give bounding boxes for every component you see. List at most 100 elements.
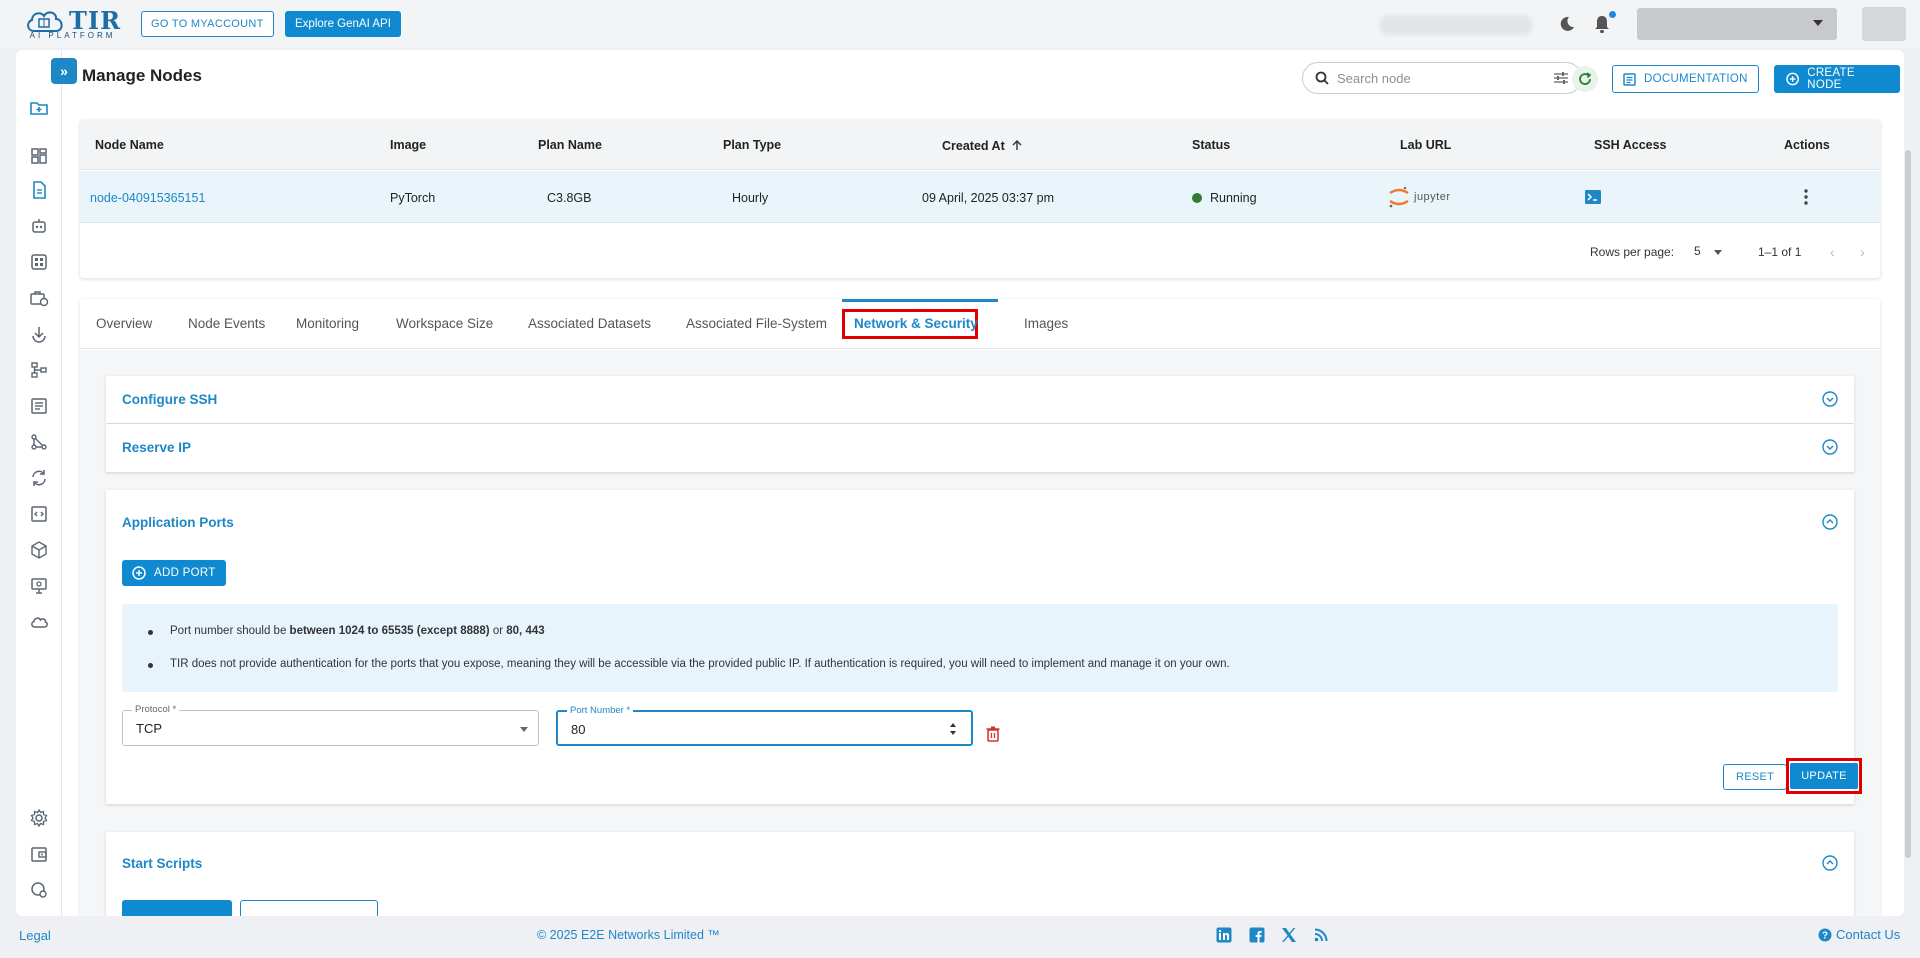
column-header: Actions [1784, 138, 1830, 152]
share-nodes-icon[interactable] [29, 432, 49, 452]
chevron-down-icon [1714, 250, 1722, 255]
add-script-button[interactable] [122, 900, 232, 916]
port-number-field[interactable]: Port Number * 80 [556, 705, 973, 746]
page-scrollbar[interactable] [1905, 150, 1911, 858]
application-ports-section: Application Ports ADD PORT Port number s… [106, 490, 1862, 804]
column-header: Image [390, 138, 427, 152]
dashboard-icon[interactable] [29, 146, 49, 166]
tir-logo[interactable]: TIR AI PLATFORM [24, 6, 121, 40]
status-text: Running [1210, 191, 1257, 205]
more-vert-icon[interactable] [1804, 188, 1808, 206]
sync-icon[interactable] [29, 468, 49, 488]
nodes-table: Node Name Image Plan Name Plan Type Crea… [80, 120, 1880, 278]
footer: Legal © 2025 E2E Networks Limited ™ ? Co… [0, 918, 1920, 958]
protocol-value: TCP [136, 721, 162, 736]
tab-network-security[interactable]: Network & Security [854, 316, 978, 331]
number-stepper-icon[interactable] [949, 721, 957, 737]
documentation-button[interactable]: DOCUMENTATION [1612, 65, 1759, 93]
detail-tabs: Overview Node Events Monitoring Workspac… [80, 299, 1880, 349]
created-at-sort-header[interactable]: Created At [942, 138, 1023, 153]
cube-icon[interactable] [29, 540, 49, 560]
info-text: Port number should be [170, 625, 290, 637]
monitor-user-icon[interactable] [29, 576, 49, 596]
folder-add-icon[interactable] [29, 98, 49, 118]
main-shell: » Manage Nodes DOCUMENTATION CREATE NODE… [16, 50, 1911, 916]
field-label: Protocol * [132, 704, 180, 715]
column-header: Plan Name [538, 138, 602, 152]
chevron-down-icon [520, 727, 528, 732]
section-title[interactable]: Start Scripts [122, 856, 202, 871]
chevron-up-circle-icon[interactable] [1822, 855, 1838, 871]
user-settings-icon[interactable] [29, 880, 49, 900]
chevron-up-circle-icon[interactable] [1822, 514, 1838, 530]
reset-button[interactable]: RESET [1723, 764, 1788, 790]
search-input[interactable] [1337, 70, 1553, 86]
tab-images[interactable]: Images [1024, 316, 1068, 331]
linkedin-icon[interactable] [1216, 927, 1232, 943]
expand-sidebar-button[interactable]: » [51, 58, 77, 84]
rss-icon[interactable] [1313, 927, 1329, 943]
script-documentation-button[interactable] [240, 900, 378, 916]
list-box-icon[interactable] [29, 396, 49, 416]
tab-overview[interactable]: Overview [96, 316, 152, 331]
x-twitter-icon[interactable] [1281, 927, 1297, 943]
page-content: Manage Nodes DOCUMENTATION CREATE NODE N… [78, 50, 1900, 916]
dark-mode-icon[interactable] [1558, 15, 1576, 33]
configure-ssh-section[interactable]: Configure SSH [106, 376, 1854, 423]
table-header: Node Name Image Plan Name Plan Type Crea… [80, 120, 1880, 170]
refresh-button[interactable] [1572, 66, 1598, 92]
delete-icon[interactable] [986, 726, 1000, 742]
table-row[interactable]: node-040915365151 PyTorch C3.8GB Hourly … [80, 171, 1880, 223]
tab-node-events[interactable]: Node Events [188, 316, 265, 331]
reserve-ip-section[interactable]: Reserve IP [106, 424, 1854, 472]
status-dot [1192, 193, 1202, 203]
account-dropdown[interactable] [1637, 8, 1837, 40]
chevron-down-circle-icon [1822, 391, 1838, 407]
rows-per-page-select[interactable]: 5 [1694, 244, 1701, 258]
protocol-select[interactable]: Protocol * TCP [122, 704, 539, 746]
contact-us-label: Contact Us [1836, 927, 1901, 942]
go-to-myaccount-button[interactable]: GO TO MYACCOUNT [141, 11, 274, 37]
info-item: Port number should be between 1024 to 65… [148, 625, 545, 637]
documentation-label: DOCUMENTATION [1644, 73, 1748, 85]
legal-link[interactable]: Legal [19, 928, 51, 943]
wallet-icon[interactable] [29, 844, 49, 864]
update-button[interactable]: UPDATE [1790, 763, 1858, 789]
settings-gear-icon[interactable] [29, 808, 49, 828]
chevron-down-circle-icon [1822, 439, 1838, 455]
cloud-icon[interactable] [29, 612, 49, 632]
add-port-button[interactable]: ADD PORT [122, 560, 226, 586]
chevron-left-icon[interactable]: ‹ [1830, 244, 1835, 260]
grid-icon[interactable] [29, 252, 49, 272]
chevron-down-icon [1813, 20, 1823, 26]
terminal-icon[interactable] [1584, 189, 1602, 205]
document-icon[interactable] [29, 180, 49, 200]
jupyter-lab-link[interactable]: jupyter [1388, 185, 1451, 209]
tab-associated-file-system[interactable]: Associated File-System [686, 316, 827, 331]
tab-workspace-size[interactable]: Workspace Size [396, 316, 493, 331]
info-bold-text: between 1024 to 65535 (except 8888) [289, 625, 490, 637]
code-box-icon[interactable] [29, 504, 49, 524]
chevron-right-icon[interactable]: › [1860, 244, 1865, 260]
pipeline-icon[interactable] [29, 360, 49, 380]
briefcase-clock-icon[interactable] [29, 288, 49, 308]
column-header: Node Name [95, 138, 164, 152]
node-name-link[interactable]: node-040915365151 [90, 191, 205, 205]
deploy-icon[interactable] [29, 324, 49, 344]
create-node-button[interactable]: CREATE NODE [1774, 65, 1900, 93]
facebook-icon[interactable] [1249, 927, 1265, 943]
jupyter-label: jupyter [1414, 191, 1451, 203]
document-icon [1623, 72, 1636, 86]
node-detail-panel: Overview Node Events Monitoring Workspac… [80, 299, 1880, 916]
filter-tune-icon[interactable] [1553, 71, 1569, 85]
column-header: Created At [942, 139, 1005, 153]
tab-monitoring[interactable]: Monitoring [296, 316, 359, 331]
blurred-info [1380, 15, 1532, 35]
section-title[interactable]: Application Ports [122, 515, 234, 530]
tab-associated-datasets[interactable]: Associated Datasets [528, 316, 651, 331]
explore-genai-api-button[interactable]: Explore GenAI API [285, 11, 401, 37]
avatar[interactable] [1862, 7, 1906, 41]
search-box[interactable] [1302, 62, 1582, 94]
robot-icon[interactable] [29, 216, 49, 236]
contact-us-link[interactable]: ? Contact Us [1818, 927, 1900, 942]
